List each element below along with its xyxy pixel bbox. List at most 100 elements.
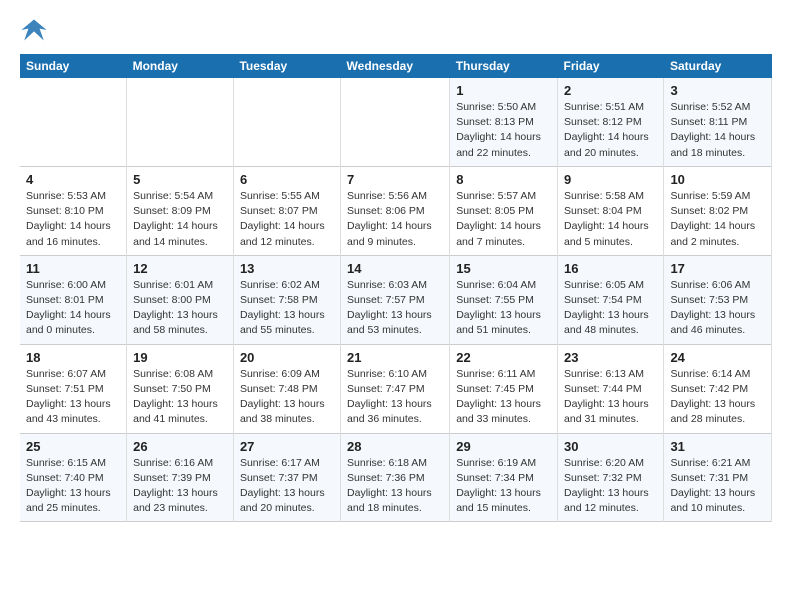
week-row-3: 18 Sunrise: 6:07 AMSunset: 7:51 PMDayligh…: [20, 344, 772, 433]
day-cell: [127, 78, 234, 166]
day-detail: Sunrise: 6:09 AMSunset: 7:48 PMDaylight:…: [240, 367, 334, 428]
day-cell: 10 Sunrise: 5:59 AMSunset: 8:02 PMDayligh…: [664, 166, 772, 255]
day-detail: Sunrise: 6:18 AMSunset: 7:36 PMDaylight:…: [347, 456, 443, 517]
header-thursday: Thursday: [450, 54, 558, 78]
day-number: 21: [347, 350, 443, 365]
day-number: 28: [347, 439, 443, 454]
day-number: 22: [456, 350, 551, 365]
day-number: 2: [564, 83, 657, 98]
day-detail: Sunrise: 5:53 AMSunset: 8:10 PMDaylight:…: [26, 189, 120, 250]
day-number: 16: [564, 261, 657, 276]
day-number: 9: [564, 172, 657, 187]
day-cell: 8 Sunrise: 5:57 AMSunset: 8:05 PMDaylight…: [450, 166, 558, 255]
day-detail: Sunrise: 5:51 AMSunset: 8:12 PMDaylight:…: [564, 100, 657, 161]
day-detail: Sunrise: 6:13 AMSunset: 7:44 PMDaylight:…: [564, 367, 657, 428]
day-number: 6: [240, 172, 334, 187]
day-cell: 21 Sunrise: 6:10 AMSunset: 7:47 PMDayligh…: [341, 344, 450, 433]
day-number: 4: [26, 172, 120, 187]
header-saturday: Saturday: [664, 54, 772, 78]
day-number: 8: [456, 172, 551, 187]
day-cell: 4 Sunrise: 5:53 AMSunset: 8:10 PMDaylight…: [20, 166, 127, 255]
day-number: 10: [670, 172, 765, 187]
day-number: 18: [26, 350, 120, 365]
day-cell: 16 Sunrise: 6:05 AMSunset: 7:54 PMDayligh…: [558, 255, 664, 344]
day-cell: 29Sunrise: 6:19 AMSunset: 7:34 PMDayligh…: [450, 433, 558, 522]
day-number: 5: [133, 172, 227, 187]
day-number: 13: [240, 261, 334, 276]
day-cell: 9 Sunrise: 5:58 AMSunset: 8:04 PMDaylight…: [558, 166, 664, 255]
day-number: 20: [240, 350, 334, 365]
week-row-1: 4 Sunrise: 5:53 AMSunset: 8:10 PMDaylight…: [20, 166, 772, 255]
day-cell: 23 Sunrise: 6:13 AMSunset: 7:44 PMDayligh…: [558, 344, 664, 433]
day-cell: 18 Sunrise: 6:07 AMSunset: 7:51 PMDayligh…: [20, 344, 127, 433]
day-detail: Sunrise: 5:56 AMSunset: 8:06 PMDaylight:…: [347, 189, 443, 250]
day-detail: Sunrise: 6:02 AMSunset: 7:58 PMDaylight:…: [240, 278, 334, 339]
day-cell: 3 Sunrise: 5:52 AMSunset: 8:11 PMDaylight…: [664, 78, 772, 166]
day-number: 19: [133, 350, 227, 365]
day-cell: [233, 78, 340, 166]
day-detail: Sunrise: 6:03 AMSunset: 7:57 PMDaylight:…: [347, 278, 443, 339]
day-detail: Sunrise: 5:58 AMSunset: 8:04 PMDaylight:…: [564, 189, 657, 250]
week-row-2: 11 Sunrise: 6:00 AMSunset: 8:01 PMDayligh…: [20, 255, 772, 344]
day-cell: 26 Sunrise: 6:16 AMSunset: 7:39 PMDayligh…: [127, 433, 234, 522]
day-number: 23: [564, 350, 657, 365]
day-cell: 5 Sunrise: 5:54 AMSunset: 8:09 PMDaylight…: [127, 166, 234, 255]
day-number: 29: [456, 439, 551, 454]
day-cell: [20, 78, 127, 166]
day-detail: Sunrise: 5:59 AMSunset: 8:02 PMDaylight:…: [670, 189, 765, 250]
header-monday: Monday: [127, 54, 234, 78]
logo: [20, 16, 52, 44]
day-detail: Sunrise: 6:10 AMSunset: 7:47 PMDaylight:…: [347, 367, 443, 428]
day-detail: Sunrise: 6:20 AMSunset: 7:32 PMDaylight:…: [564, 456, 657, 517]
day-cell: 31Sunrise: 6:21 AMSunset: 7:31 PMDayligh…: [664, 433, 772, 522]
day-detail: Sunrise: 5:55 AMSunset: 8:07 PMDaylight:…: [240, 189, 334, 250]
day-detail: Sunrise: 6:14 AMSunset: 7:42 PMDaylight:…: [670, 367, 765, 428]
day-detail: Sunrise: 6:00 AMSunset: 8:01 PMDaylight:…: [26, 278, 120, 339]
day-detail: Sunrise: 6:08 AMSunset: 7:50 PMDaylight:…: [133, 367, 227, 428]
day-cell: 15 Sunrise: 6:04 AMSunset: 7:55 PMDayligh…: [450, 255, 558, 344]
day-cell: [341, 78, 450, 166]
day-detail: Sunrise: 5:54 AMSunset: 8:09 PMDaylight:…: [133, 189, 227, 250]
day-detail: Sunrise: 6:01 AMSunset: 8:00 PMDaylight:…: [133, 278, 227, 339]
day-cell: 11 Sunrise: 6:00 AMSunset: 8:01 PMDayligh…: [20, 255, 127, 344]
day-cell: 13 Sunrise: 6:02 AMSunset: 7:58 PMDayligh…: [233, 255, 340, 344]
day-number: 26: [133, 439, 227, 454]
week-row-0: 1Sunrise: 5:50 AMSunset: 8:13 PMDaylight…: [20, 78, 772, 166]
day-number: 3: [670, 83, 765, 98]
day-number: 24: [670, 350, 765, 365]
day-number: 15: [456, 261, 551, 276]
day-detail: Sunrise: 5:57 AMSunset: 8:05 PMDaylight:…: [456, 189, 551, 250]
day-cell: 30Sunrise: 6:20 AMSunset: 7:32 PMDayligh…: [558, 433, 664, 522]
day-number: 14: [347, 261, 443, 276]
day-detail: Sunrise: 6:21 AMSunset: 7:31 PMDaylight:…: [670, 456, 765, 517]
day-cell: 25 Sunrise: 6:15 AMSunset: 7:40 PMDayligh…: [20, 433, 127, 522]
day-detail: Sunrise: 6:07 AMSunset: 7:51 PMDaylight:…: [26, 367, 120, 428]
day-number: 25: [26, 439, 120, 454]
day-cell: 2 Sunrise: 5:51 AMSunset: 8:12 PMDaylight…: [558, 78, 664, 166]
header-friday: Friday: [558, 54, 664, 78]
day-cell: 17Sunrise: 6:06 AMSunset: 7:53 PMDayligh…: [664, 255, 772, 344]
day-cell: 14 Sunrise: 6:03 AMSunset: 7:57 PMDayligh…: [341, 255, 450, 344]
day-detail: Sunrise: 6:16 AMSunset: 7:39 PMDaylight:…: [133, 456, 227, 517]
day-number: 12: [133, 261, 227, 276]
page-header: [20, 16, 772, 44]
day-detail: Sunrise: 6:06 AMSunset: 7:53 PMDaylight:…: [670, 278, 765, 339]
day-cell: 6 Sunrise: 5:55 AMSunset: 8:07 PMDaylight…: [233, 166, 340, 255]
day-detail: Sunrise: 6:15 AMSunset: 7:40 PMDaylight:…: [26, 456, 120, 517]
day-number: 1: [456, 83, 551, 98]
day-cell: 20 Sunrise: 6:09 AMSunset: 7:48 PMDayligh…: [233, 344, 340, 433]
day-number: 11: [26, 261, 120, 276]
day-cell: 1Sunrise: 5:50 AMSunset: 8:13 PMDaylight…: [450, 78, 558, 166]
day-number: 7: [347, 172, 443, 187]
day-detail: Sunrise: 5:52 AMSunset: 8:11 PMDaylight:…: [670, 100, 765, 161]
header-wednesday: Wednesday: [341, 54, 450, 78]
day-cell: 24 Sunrise: 6:14 AMSunset: 7:42 PMDayligh…: [664, 344, 772, 433]
week-row-4: 25 Sunrise: 6:15 AMSunset: 7:40 PMDayligh…: [20, 433, 772, 522]
header-tuesday: Tuesday: [233, 54, 340, 78]
day-detail: Sunrise: 6:04 AMSunset: 7:55 PMDaylight:…: [456, 278, 551, 339]
day-cell: 22Sunrise: 6:11 AMSunset: 7:45 PMDayligh…: [450, 344, 558, 433]
day-cell: 7 Sunrise: 5:56 AMSunset: 8:06 PMDaylight…: [341, 166, 450, 255]
logo-icon: [20, 16, 48, 44]
day-detail: Sunrise: 6:05 AMSunset: 7:54 PMDaylight:…: [564, 278, 657, 339]
header-sunday: Sunday: [20, 54, 127, 78]
